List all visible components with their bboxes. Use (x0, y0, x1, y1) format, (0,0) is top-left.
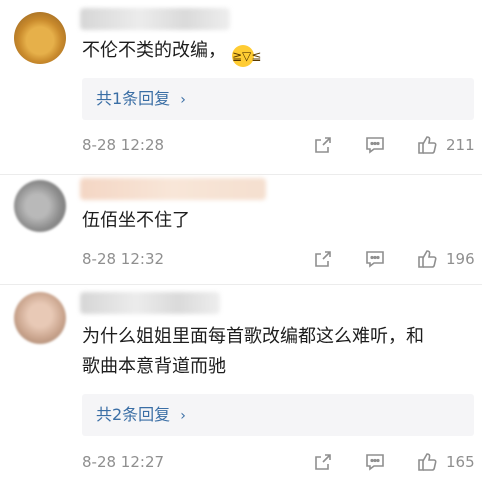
comment-meta: 8-28 12:28 211 (82, 130, 482, 160)
comment-text-line: 为什么姐姐里面每首歌改编都这么难听，和 (82, 326, 424, 347)
thumbs-up-icon[interactable] (416, 248, 438, 270)
chevron-right-icon: › (180, 408, 186, 424)
comment-text-line: 歌曲本意背道而驰 (82, 356, 226, 377)
share-icon[interactable] (312, 248, 334, 270)
timestamp: 8-28 12:27 (82, 453, 165, 471)
reply-box[interactable]: 共2条回复 › (82, 394, 474, 436)
reply-box[interactable]: 共1条回复 › (82, 78, 474, 120)
comment-icon[interactable] (364, 248, 386, 270)
comment-meta: 8-28 12:32 196 (82, 244, 482, 274)
laughing-crying-emoji-icon: ≧▽≦ (232, 45, 261, 67)
username-blurred[interactable] (80, 178, 266, 200)
avatar[interactable] (14, 180, 66, 232)
avatar[interactable] (14, 292, 66, 344)
username-blurred[interactable] (80, 292, 220, 314)
timestamp: 8-28 12:32 (82, 250, 165, 268)
share-icon[interactable] (312, 451, 334, 473)
comment-text: 为什么姐姐里面每首歌改编都这么难听，和 歌曲本意背道而驰 (82, 322, 466, 382)
like-count: 211 (446, 136, 475, 154)
thumbs-up-icon[interactable] (416, 134, 438, 156)
comment-meta: 8-28 12:27 165 (82, 447, 482, 477)
share-icon[interactable] (312, 134, 334, 156)
view-replies-link[interactable]: 共1条回复 › (96, 78, 186, 121)
divider (0, 284, 482, 285)
like-count: 165 (446, 453, 475, 471)
comment-text: 伍佰坐不住了 (82, 210, 190, 231)
thumbs-up-icon[interactable] (416, 451, 438, 473)
avatar[interactable] (14, 12, 66, 64)
comment-text: 不伦不类的改编， ≧▽≦ (82, 36, 466, 67)
timestamp: 8-28 12:28 (82, 136, 165, 154)
username-blurred[interactable] (80, 8, 230, 30)
divider (0, 174, 482, 175)
comment-icon[interactable] (364, 134, 386, 156)
view-replies-link[interactable]: 共2条回复 › (96, 394, 186, 437)
like-count: 196 (446, 250, 475, 268)
comment-icon[interactable] (364, 451, 386, 473)
chevron-right-icon: › (180, 92, 186, 108)
